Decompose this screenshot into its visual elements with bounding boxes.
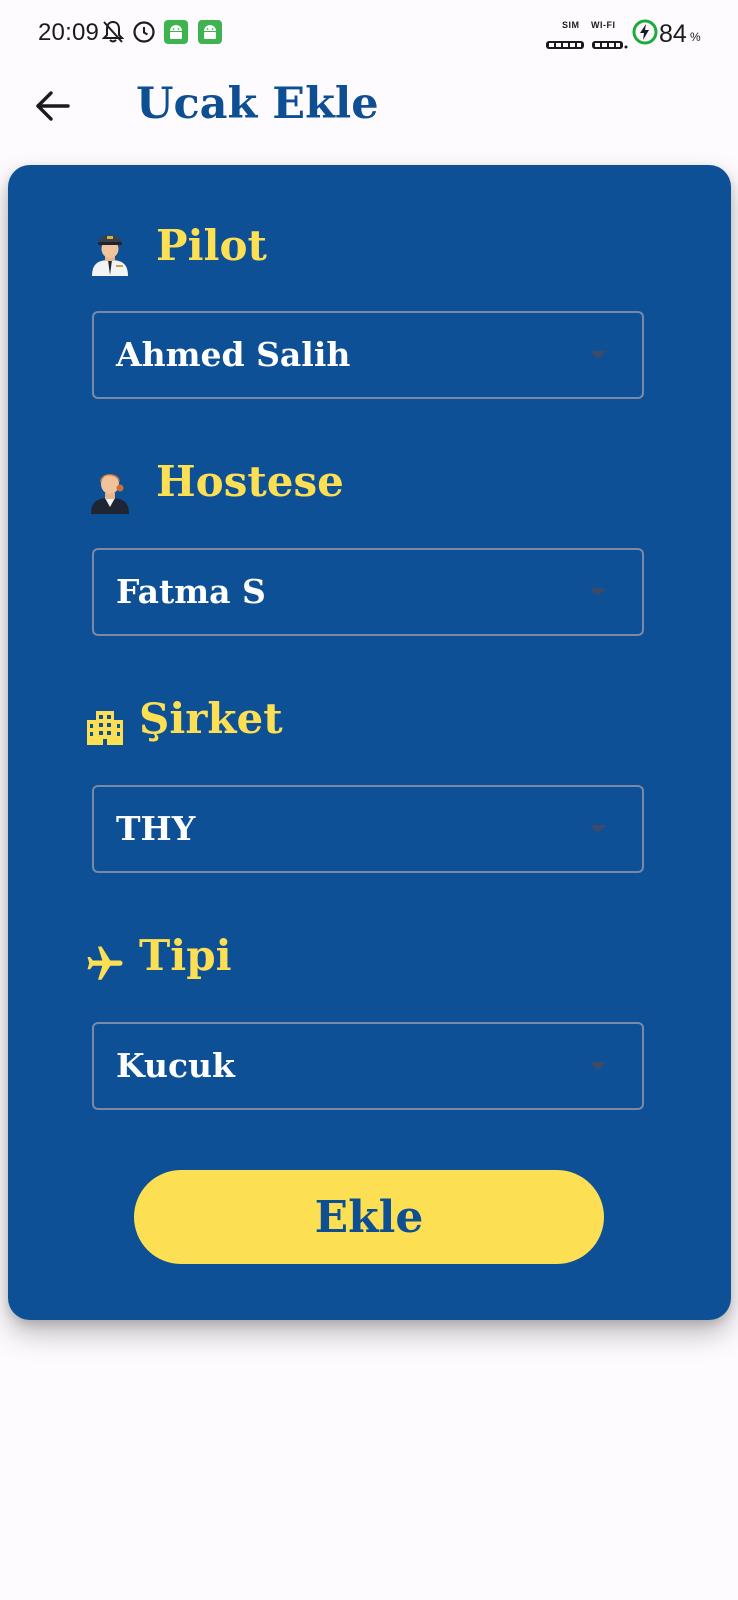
- arrow-left-icon: [28, 91, 76, 134]
- form-card: Pilot Ahmed Salih Hostese Fatma S Şirket…: [8, 165, 731, 1320]
- chevron-down-icon: [590, 825, 606, 833]
- hostese-dropdown-value: Fatma S: [116, 572, 266, 611]
- ekle-button[interactable]: Ekle: [134, 1170, 604, 1264]
- field-label-pilot: Pilot: [156, 221, 267, 270]
- status-bar: 20:09 SIM WI-FI 84 %: [0, 0, 738, 64]
- pilot-icon: [88, 229, 132, 281]
- hostese-dropdown[interactable]: Fatma S: [92, 548, 644, 636]
- app-bar: Ucak Ekle: [0, 64, 738, 164]
- pilot-dropdown[interactable]: Ahmed Salih: [92, 311, 644, 399]
- page-title: Ucak Ekle: [136, 79, 379, 129]
- chevron-down-icon: [590, 1062, 606, 1070]
- pilot-dropdown-value: Ahmed Salih: [116, 335, 351, 374]
- android-app-icon: [164, 20, 188, 48]
- field-label-tipi: Tipi: [139, 931, 232, 980]
- tipi-dropdown[interactable]: Kucuk: [92, 1022, 644, 1110]
- chevron-down-icon: [590, 588, 606, 596]
- stewardess-icon: [88, 465, 132, 519]
- chevron-down-icon: [590, 351, 606, 359]
- battery-percent: 84: [659, 20, 687, 48]
- status-time: 20:09: [38, 19, 100, 46]
- tipi-dropdown-value: Kucuk: [116, 1046, 235, 1085]
- sim-label: SIM: [562, 20, 580, 30]
- battery-charging-icon: [632, 19, 658, 49]
- bell-off-icon: [101, 20, 125, 48]
- alarm-icon: [132, 20, 156, 48]
- wifi-label: WI-FI: [591, 20, 616, 30]
- android-app-icon: [198, 20, 222, 48]
- wifi-signal-icon: [592, 34, 628, 53]
- battery-percent-symbol: %: [690, 30, 701, 44]
- sirket-dropdown[interactable]: THY: [92, 785, 644, 873]
- airplane-icon: [84, 943, 126, 989]
- field-label-hostese: Hostese: [156, 457, 344, 506]
- building-icon: [87, 710, 123, 750]
- sim-signal-icon: [546, 34, 584, 53]
- field-label-sirket: Şirket: [139, 694, 283, 743]
- sirket-dropdown-value: THY: [116, 809, 196, 848]
- back-button[interactable]: [28, 82, 76, 130]
